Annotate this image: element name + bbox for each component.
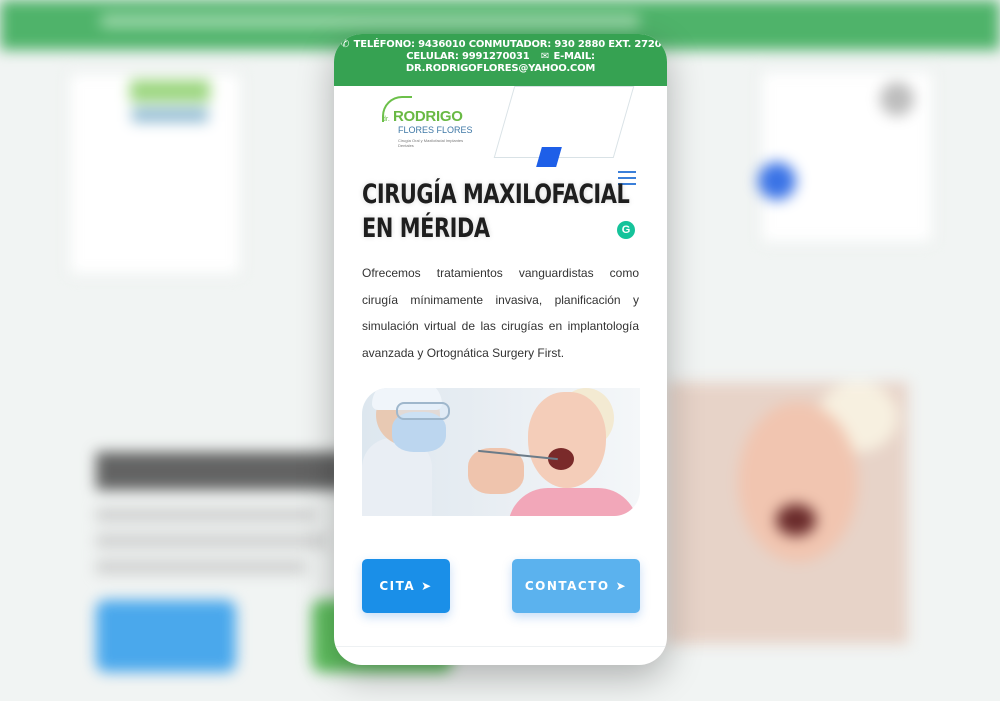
contacto-button[interactable]: CONTACTO ➤ [512, 559, 640, 613]
cell-email-line: CELULAR: 9991270031 ✉ E-MAIL: [334, 51, 667, 63]
hero-image [362, 388, 640, 516]
page-title: CIRUGÍA MAXILOFACIAL EN MÉRIDA [362, 179, 630, 244]
bg-photo [668, 382, 908, 644]
logo-prefix: dr. [382, 116, 390, 123]
bg-circle [880, 82, 914, 116]
bg-text-line [96, 534, 326, 548]
hero-description: Ofrecemos tratamientos vanguardistas com… [362, 266, 639, 360]
bg-logo [130, 80, 210, 102]
site-logo[interactable]: dr. RODRIGO FLORES FLORES Cirugía Oral y… [378, 94, 488, 154]
divider [334, 646, 667, 647]
header-decor-shape [493, 86, 635, 158]
paper-plane-icon: ➤ [421, 579, 433, 593]
paper-plane-icon: ➤ [615, 579, 628, 593]
bg-blue-dot [758, 162, 796, 200]
bg-title [96, 452, 346, 490]
cita-button-label: CITA [379, 579, 416, 593]
logo-name-line1: RODRIGO [393, 108, 463, 125]
site-header: dr. RODRIGO FLORES FLORES Cirugía Oral y… [334, 86, 667, 185]
cita-button[interactable]: CITA ➤ [362, 559, 450, 613]
envelope-icon: ✉ [540, 51, 550, 62]
contact-topbar: ✆ TELÉFONO: 9436010 CONMUTADOR: 930 2880 … [334, 34, 667, 86]
hero-section: CIRUGÍA MAXILOFACIAL EN MÉRIDA Ofrecemos… [334, 170, 667, 366]
bg-text-line [96, 508, 316, 522]
phone-link[interactable]: TELÉFONO: 9436010 CONMUTADOR: 930 2880 E… [354, 39, 662, 50]
email-value[interactable]: DR.RODRIGOFLORES@YAHOO.COM [334, 63, 667, 75]
cell-link[interactable]: CELULAR: 9991270031 [406, 51, 530, 62]
bg-text-line [96, 560, 306, 574]
contacto-button-label: CONTACTO [524, 579, 610, 593]
phone-line: ✆ TELÉFONO: 9436010 CONMUTADOR: 930 2880 … [334, 39, 667, 51]
bg-button [96, 600, 236, 672]
email-label: E-MAIL: [553, 51, 595, 62]
phone-mockup: ✆ TELÉFONO: 9436010 CONMUTADOR: 930 2880 … [334, 34, 667, 665]
bg-logo-sub [132, 108, 208, 122]
grammarly-icon[interactable]: G [617, 221, 635, 239]
bg-logo-card [68, 72, 242, 276]
logo-name-line2: FLORES FLORES [398, 125, 473, 135]
logo-subtitle: Cirugía Oral y Maxilofacial Implantes De… [398, 138, 464, 148]
